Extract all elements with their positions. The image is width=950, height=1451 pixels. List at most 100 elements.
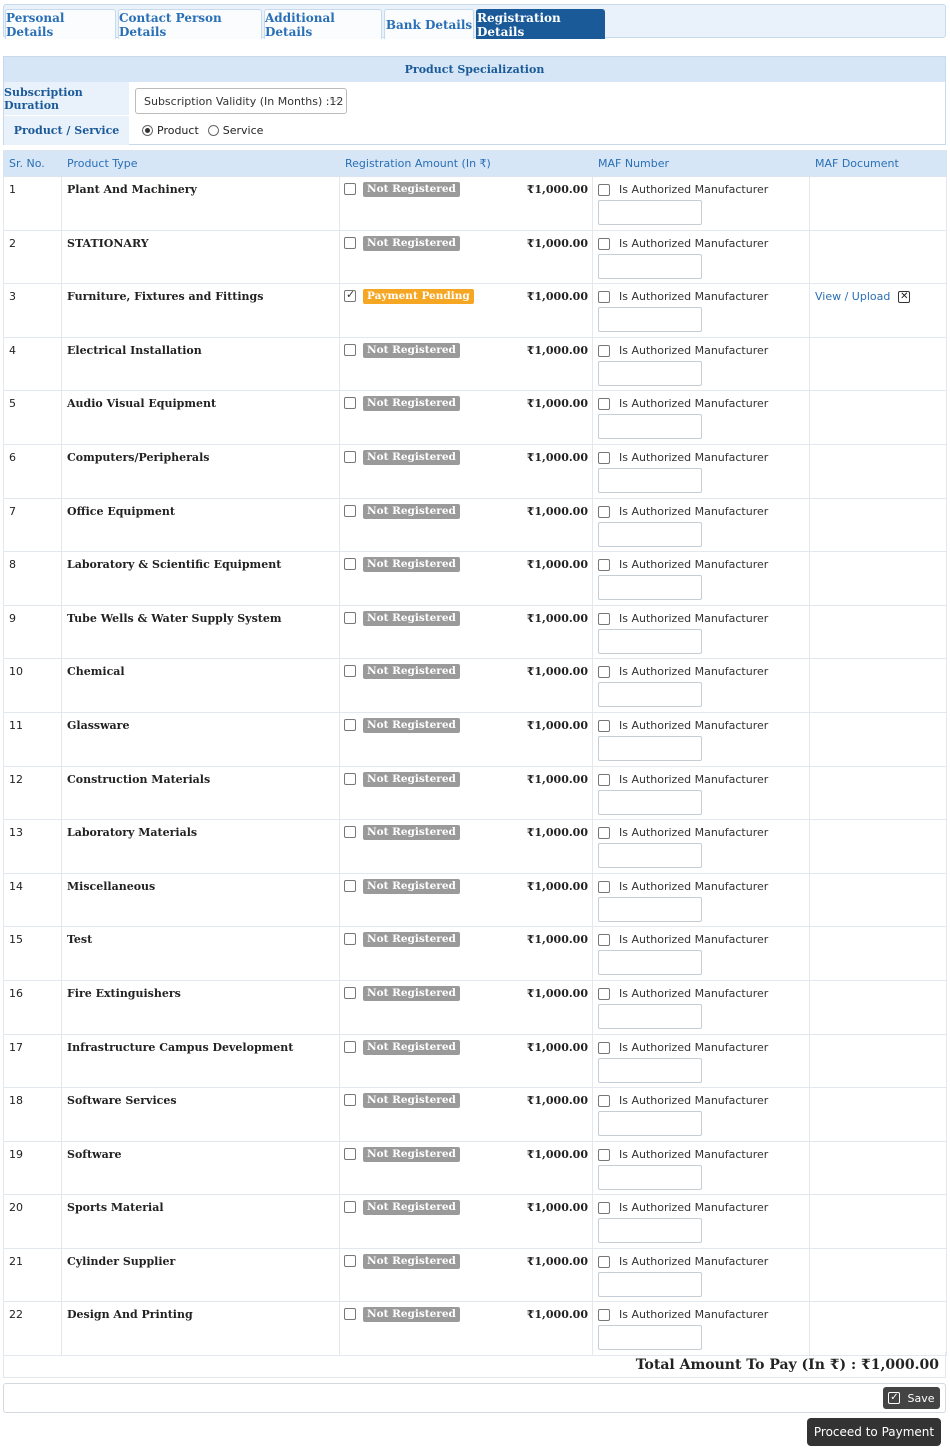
select-product-checkbox[interactable] bbox=[344, 450, 356, 463]
select-product-checkbox[interactable] bbox=[344, 343, 356, 356]
authorized-manufacturer-checkbox[interactable] bbox=[598, 719, 610, 732]
select-product-checkbox[interactable] bbox=[344, 397, 356, 410]
maf-number-input[interactable] bbox=[598, 1218, 702, 1244]
select-product-checkbox[interactable] bbox=[344, 772, 356, 785]
status-badge: Not Registered bbox=[363, 985, 460, 1001]
tab-personal-details[interactable]: Personal Details bbox=[5, 9, 116, 39]
save-button[interactable]: ✓ Save bbox=[883, 1387, 940, 1409]
view-upload-link[interactable]: View / Upload bbox=[815, 290, 890, 303]
status-badge: Not Registered bbox=[363, 503, 460, 519]
select-product-checkbox[interactable] bbox=[344, 236, 356, 249]
authorized-manufacturer-checkbox[interactable] bbox=[598, 344, 610, 357]
maf-number-input[interactable] bbox=[598, 360, 702, 386]
authorized-manufacturer-checkbox[interactable] bbox=[598, 505, 610, 518]
select-product-checkbox[interactable] bbox=[344, 504, 356, 517]
maf-number-input[interactable] bbox=[598, 950, 702, 976]
status-badge: Not Registered bbox=[363, 717, 460, 733]
authorized-manufacturer-label: Is Authorized Manufacturer bbox=[619, 397, 769, 411]
select-product-checkbox[interactable] bbox=[344, 1308, 356, 1321]
product-type-cell: Design And Printing bbox=[61, 1301, 340, 1357]
maf-number-input[interactable] bbox=[598, 1003, 702, 1029]
maf-number-input[interactable] bbox=[598, 307, 702, 333]
tab-bank-details[interactable]: Bank Details bbox=[384, 9, 474, 39]
maf-document-cell bbox=[809, 497, 947, 553]
select-product-checkbox[interactable] bbox=[344, 665, 356, 678]
authorized-manufacturer-checkbox[interactable] bbox=[598, 1202, 610, 1215]
maf-number-input[interactable] bbox=[598, 1057, 702, 1083]
authorized-manufacturer-checkbox[interactable] bbox=[598, 559, 610, 572]
tab-additional-details[interactable]: Additional Details bbox=[264, 9, 382, 39]
maf-number-cell: Is Authorized Manufacturer bbox=[592, 872, 810, 928]
select-product-checkbox[interactable] bbox=[344, 986, 356, 999]
authorized-manufacturer-checkbox[interactable] bbox=[598, 612, 610, 625]
maf-number-input[interactable] bbox=[598, 467, 702, 493]
maf-number-input[interactable] bbox=[598, 789, 702, 815]
select-product-checkbox[interactable] bbox=[344, 718, 356, 731]
registration-cell: Not Registered ₹1,000.00 bbox=[339, 336, 593, 392]
maf-number-input[interactable] bbox=[598, 1111, 702, 1137]
authorized-manufacturer-label: Is Authorized Manufacturer bbox=[619, 826, 769, 840]
registration-cell: Not Registered ₹1,000.00 bbox=[339, 1247, 593, 1303]
select-product-checkbox[interactable] bbox=[344, 611, 356, 624]
service-radio-label: Service bbox=[222, 124, 264, 137]
maf-number-input[interactable] bbox=[598, 896, 702, 922]
maf-number-input[interactable] bbox=[598, 682, 702, 708]
select-product-checkbox[interactable] bbox=[344, 1201, 356, 1214]
maf-document-cell bbox=[809, 604, 947, 660]
maf-number-input[interactable] bbox=[598, 1325, 702, 1351]
authorized-manufacturer-checkbox[interactable] bbox=[598, 1095, 610, 1108]
maf-document-cell bbox=[809, 765, 947, 821]
authorized-manufacturer-checkbox[interactable] bbox=[598, 666, 610, 679]
select-product-checkbox[interactable] bbox=[344, 288, 356, 303]
tab-contact-person-details[interactable]: Contact Person Details bbox=[118, 9, 262, 39]
select-product-checkbox[interactable] bbox=[344, 1254, 356, 1267]
authorized-manufacturer-checkbox[interactable] bbox=[598, 827, 610, 840]
maf-number-input[interactable] bbox=[598, 575, 702, 601]
authorized-manufacturer-checkbox[interactable] bbox=[598, 237, 610, 250]
authorized-manufacturer-checkbox[interactable] bbox=[598, 1309, 610, 1322]
subscription-duration-select[interactable]: Subscription Validity (In Months) :12 ﹀ bbox=[135, 88, 347, 114]
registration-amount: ₹1,000.00 bbox=[526, 450, 588, 464]
authorized-manufacturer-checkbox[interactable] bbox=[598, 451, 610, 464]
maf-number-input[interactable] bbox=[598, 1271, 702, 1297]
authorized-manufacturer-checkbox[interactable] bbox=[598, 934, 610, 947]
authorized-manufacturer-checkbox[interactable] bbox=[598, 291, 610, 304]
select-product-checkbox[interactable] bbox=[344, 1147, 356, 1160]
delete-icon[interactable]: ✕ bbox=[898, 291, 911, 304]
registration-amount: ₹1,000.00 bbox=[526, 611, 588, 625]
maf-number-input[interactable] bbox=[598, 1164, 702, 1190]
product-type-cell: Laboratory & Scientific Equipment bbox=[61, 551, 340, 606]
maf-number-input[interactable] bbox=[598, 200, 702, 225]
select-product-checkbox[interactable] bbox=[344, 933, 356, 946]
maf-number-input[interactable] bbox=[598, 414, 702, 440]
service-radio[interactable] bbox=[207, 125, 219, 136]
select-product-checkbox[interactable] bbox=[344, 558, 356, 571]
select-product-checkbox[interactable] bbox=[344, 879, 356, 892]
select-product-checkbox[interactable] bbox=[344, 1040, 356, 1053]
authorized-manufacturer-checkbox[interactable] bbox=[598, 880, 610, 893]
authorized-manufacturer-checkbox[interactable] bbox=[598, 1148, 610, 1161]
authorized-manufacturer-checkbox[interactable] bbox=[598, 773, 610, 786]
table-row: 10 Chemical Not Registered ₹1,000.00 Is Auth… bbox=[3, 658, 947, 713]
maf-number-input[interactable] bbox=[598, 253, 702, 279]
product-radio[interactable] bbox=[142, 125, 153, 136]
maf-number-input[interactable] bbox=[598, 735, 702, 761]
select-product-checkbox[interactable] bbox=[344, 826, 356, 839]
authorized-manufacturer-checkbox[interactable] bbox=[598, 184, 610, 196]
maf-document-cell bbox=[809, 443, 947, 499]
status-badge: Not Registered bbox=[363, 396, 460, 412]
select-product-checkbox[interactable] bbox=[344, 183, 356, 195]
maf-number-input[interactable] bbox=[598, 628, 702, 654]
tab-registration-details[interactable]: Registration Details bbox=[476, 9, 605, 39]
maf-number-input[interactable] bbox=[598, 843, 702, 869]
table-row: 5 Audio Visual Equipment Not Registered ₹1,… bbox=[3, 390, 947, 445]
product-type-cell: Laboratory Materials bbox=[61, 819, 340, 874]
proceed-to-payment-button[interactable]: Proceed to Payment bbox=[807, 1418, 941, 1446]
table-row: 11 Glassware Not Registered ₹1,000.00 Is Aut… bbox=[3, 711, 947, 767]
authorized-manufacturer-checkbox[interactable] bbox=[598, 1255, 610, 1268]
authorized-manufacturer-checkbox[interactable] bbox=[598, 398, 610, 411]
maf-number-input[interactable] bbox=[598, 521, 702, 547]
authorized-manufacturer-checkbox[interactable] bbox=[598, 1041, 610, 1054]
select-product-checkbox[interactable] bbox=[344, 1094, 356, 1107]
authorized-manufacturer-checkbox[interactable] bbox=[598, 987, 610, 1000]
